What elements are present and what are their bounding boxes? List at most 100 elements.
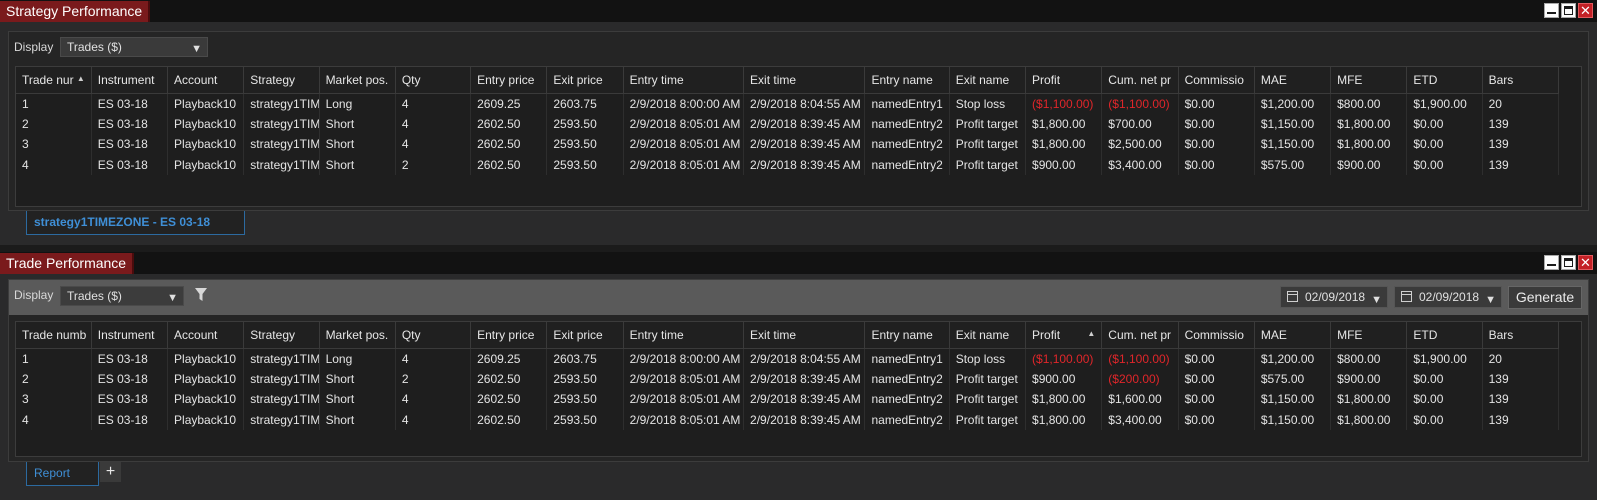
column-header[interactable]: Account xyxy=(167,67,245,94)
table-row[interactable]: 4 ES 03-18 Playback10 strategy1TIM Short 4 260… xyxy=(16,409,1560,430)
column-header[interactable]: Profit xyxy=(1025,67,1103,94)
column-header[interactable]: Entry name xyxy=(864,322,950,349)
table-cell: $1,900.00 xyxy=(1406,93,1483,114)
column-header[interactable]: Trade numb xyxy=(16,322,92,349)
column-header[interactable]: Commissio xyxy=(1178,322,1255,349)
column-header-label: Trade nur xyxy=(22,72,74,87)
column-header[interactable]: Entry price xyxy=(470,322,548,349)
table-cell: 2/9/2018 8:39:45 AM xyxy=(743,154,866,175)
column-header[interactable]: MAE xyxy=(1254,322,1332,349)
column-header[interactable]: Entry name xyxy=(864,67,950,94)
column-header-label: Exit price xyxy=(553,327,603,342)
table-row[interactable]: 1 ES 03-18 Playback10 strategy1TIM Long 4 2609… xyxy=(16,93,1560,114)
table-cell: $1,200.00 xyxy=(1254,348,1332,369)
display-select[interactable]: Trades ($) ▼ xyxy=(60,37,208,57)
table-row[interactable]: 4 ES 03-18 Playback10 strategy1TIM Short 2 260… xyxy=(16,154,1560,175)
column-header[interactable]: Entry time xyxy=(623,322,745,349)
column-header[interactable]: Bars xyxy=(1482,67,1560,94)
column-header-label: Bars xyxy=(1488,72,1514,87)
table-cell: $0.00 xyxy=(1406,134,1483,155)
table-cell: 2609.25 xyxy=(470,93,548,114)
column-header[interactable]: Entry price xyxy=(470,67,548,94)
maximize-icon[interactable] xyxy=(1561,3,1576,18)
table-row[interactable]: 2 ES 03-18 Playback10 strategy1TIM Short 2 260… xyxy=(16,368,1560,389)
date-from-picker[interactable]: 02/09/2018 ▼ xyxy=(1280,286,1388,308)
column-header[interactable]: Exit price xyxy=(546,67,624,94)
minimize-icon[interactable] xyxy=(1544,3,1559,18)
table-cell: $1,800.00 xyxy=(1330,389,1408,410)
table-cell: $0.00 xyxy=(1406,113,1483,134)
column-header[interactable]: Cum. net pr xyxy=(1101,322,1179,349)
table-cell: 139 xyxy=(1482,113,1560,134)
column-header[interactable]: Instrument xyxy=(91,67,169,94)
table-cell: $0.00 xyxy=(1406,409,1483,430)
table-cell: namedEntry2 xyxy=(864,389,950,410)
column-header[interactable]: Instrument xyxy=(91,322,169,349)
column-header[interactable]: MFE xyxy=(1330,322,1408,349)
date-to-value: 02/09/2018 xyxy=(1419,290,1480,304)
table-row[interactable]: 3 ES 03-18 Playback10 strategy1TIM Short 4 260… xyxy=(16,389,1560,410)
column-header-label: Strategy xyxy=(250,72,295,87)
column-header[interactable]: Exit name xyxy=(949,67,1027,94)
tab-strategy[interactable]: strategy1TIMEZONE - ES 03-18 xyxy=(26,211,245,235)
column-header[interactable]: Market pos. xyxy=(319,67,396,94)
generate-button[interactable]: Generate xyxy=(1508,286,1582,309)
maximize-icon[interactable] xyxy=(1561,255,1576,270)
column-header[interactable]: ETD xyxy=(1406,322,1483,349)
table-row[interactable]: 3 ES 03-18 Playback10 strategy1TIM Short 4 260… xyxy=(16,134,1560,155)
column-header[interactable]: Cum. net pr xyxy=(1101,67,1179,94)
table-row[interactable]: 2 ES 03-18 Playback10 strategy1TIM Short 4 260… xyxy=(16,113,1560,134)
column-header[interactable]: Exit price xyxy=(546,322,624,349)
content-area: Display Trades ($) ▼ 02/09/2018 ▼ 02/09/… xyxy=(8,279,1589,462)
table-cell: ES 03-18 xyxy=(91,368,169,389)
trades-grid: Trade numb Instrument Account Strategy Marke… xyxy=(15,321,1582,457)
table-cell: 2/9/2018 8:05:01 AM xyxy=(623,389,745,410)
content-area: Display Trades ($) ▼ Trade nur ▲ Instrumen… xyxy=(8,31,1589,211)
column-header[interactable]: Exit name xyxy=(949,322,1027,349)
table-cell: 4 xyxy=(16,409,92,430)
column-header-label: MFE xyxy=(1337,72,1363,87)
column-header[interactable]: Qty xyxy=(395,67,472,94)
column-header[interactable]: Account xyxy=(167,322,245,349)
column-header[interactable]: Market pos. xyxy=(319,322,396,349)
column-header[interactable]: MAE xyxy=(1254,67,1332,94)
column-header[interactable]: Bars xyxy=(1482,322,1560,349)
window-title: Strategy Performance xyxy=(0,1,151,22)
table-cell: $3,400.00 xyxy=(1101,409,1179,430)
table-cell: 2602.50 xyxy=(470,154,548,175)
table-cell: 2602.50 xyxy=(470,113,548,134)
toolbar: Display Trades ($) ▼ 02/09/2018 ▼ 02/09/… xyxy=(9,280,1588,315)
table-cell: 4 xyxy=(16,154,92,175)
table-cell: 2/9/2018 8:05:01 AM xyxy=(623,113,745,134)
table-cell: 2602.50 xyxy=(470,368,548,389)
table-cell: 139 xyxy=(1482,134,1560,155)
table-cell: Short xyxy=(319,134,396,155)
column-header[interactable]: Commissio xyxy=(1178,67,1255,94)
table-cell: strategy1TIM xyxy=(243,389,320,410)
display-select-value: Trades ($) xyxy=(67,289,122,303)
table-row[interactable]: 1 ES 03-18 Playback10 strategy1TIM Long 4 2609… xyxy=(16,348,1560,369)
column-header[interactable]: Strategy xyxy=(243,67,320,94)
minimize-icon[interactable] xyxy=(1544,255,1559,270)
display-select[interactable]: Trades ($) ▼ xyxy=(60,286,184,306)
column-header[interactable]: Exit time xyxy=(743,322,866,349)
column-header[interactable]: Entry time xyxy=(623,67,745,94)
table-cell: namedEntry2 xyxy=(864,134,950,155)
date-to-picker[interactable]: 02/09/2018 ▼ xyxy=(1394,286,1502,308)
close-icon[interactable]: ✕ xyxy=(1578,3,1593,18)
column-header-label: Market pos. xyxy=(325,327,389,342)
column-header[interactable]: Profit ▲ xyxy=(1025,322,1103,349)
add-tab-button[interactable]: + xyxy=(100,462,121,482)
column-header[interactable]: Strategy xyxy=(243,322,320,349)
close-icon[interactable]: ✕ xyxy=(1578,255,1593,270)
column-header[interactable]: Trade nur ▲ xyxy=(16,67,92,94)
column-header[interactable]: Qty xyxy=(395,322,472,349)
tab-report[interactable]: Report xyxy=(26,462,99,486)
column-header[interactable]: ETD xyxy=(1406,67,1483,94)
table-cell: ($1,100.00) xyxy=(1025,348,1103,369)
column-header[interactable]: MFE xyxy=(1330,67,1408,94)
column-header[interactable]: Exit time xyxy=(743,67,866,94)
table-cell: $0.00 xyxy=(1178,409,1255,430)
table-cell: 20 xyxy=(1482,93,1560,114)
filter-icon[interactable] xyxy=(195,288,207,302)
